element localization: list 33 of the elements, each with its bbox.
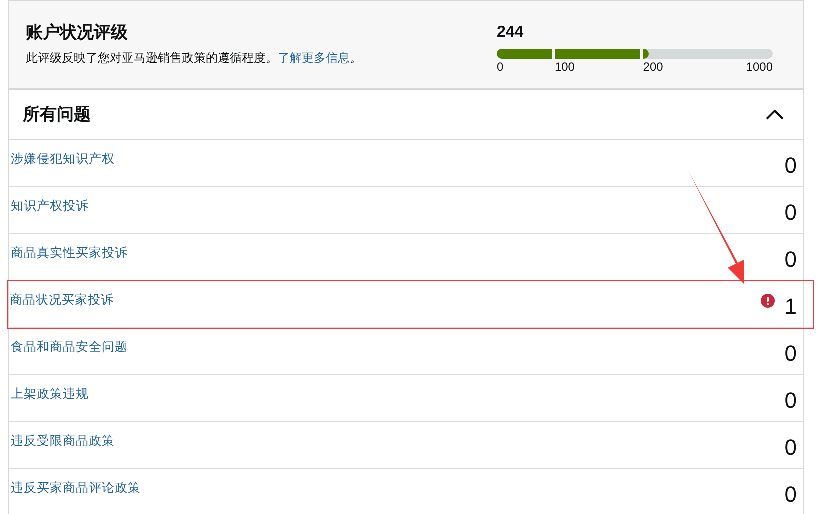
issue-row[interactable]: 商品状况买家投诉 1 xyxy=(8,281,813,328)
issue-row[interactable]: 上架政策违规 0 xyxy=(9,375,803,422)
issue-link[interactable]: 上架政策违规 xyxy=(11,385,89,404)
issue-row[interactable]: 涉嫌侵犯知识产权 0 xyxy=(9,140,803,187)
score-value: 244 xyxy=(497,23,525,43)
issue-link[interactable]: 知识产权投诉 xyxy=(11,197,89,216)
tick-label: 200 xyxy=(643,60,664,74)
rating-description: 此评级反映了您对亚马逊销售政策的遵循程度。了解更多信息。 xyxy=(26,51,362,65)
issue-count: 1 xyxy=(784,295,797,319)
issue-link[interactable]: 涉嫌侵犯知识产权 xyxy=(11,150,115,169)
chevron-up-icon xyxy=(766,110,784,120)
rating-title: 账户状况评级 xyxy=(26,22,129,44)
tick-label: 0 xyxy=(497,60,504,74)
issue-link[interactable]: 商品真实性买家投诉 xyxy=(11,244,128,263)
tick-label: 100 xyxy=(554,60,575,74)
section-title: 所有问题 xyxy=(23,104,91,126)
issue-count: 0 xyxy=(784,154,797,178)
issue-link[interactable]: 违反买家商品评论政策 xyxy=(11,479,141,498)
issue-row[interactable]: 食品和商品安全问题 0 xyxy=(9,328,803,375)
issue-count: 0 xyxy=(784,201,797,225)
issue-link[interactable]: 商品状况买家投诉 xyxy=(10,291,114,310)
issue-link[interactable]: 违反受限商品政策 xyxy=(11,432,115,451)
issue-count: 0 xyxy=(784,436,797,460)
issue-row[interactable]: 知识产权投诉 0 xyxy=(9,187,803,234)
issue-count: 0 xyxy=(784,248,797,272)
issue-row[interactable]: 违反买家商品评论政策 0 xyxy=(9,469,803,514)
tick-label: 1000 xyxy=(746,60,773,74)
issue-count: 0 xyxy=(784,483,797,507)
issue-link[interactable]: 食品和商品安全问题 xyxy=(11,338,128,357)
issue-count: 0 xyxy=(784,342,797,366)
issue-row[interactable]: 违反受限商品政策 0 xyxy=(9,422,803,469)
learn-more-link[interactable]: 了解更多信息 xyxy=(278,51,350,65)
issue-count: 0 xyxy=(784,389,797,413)
